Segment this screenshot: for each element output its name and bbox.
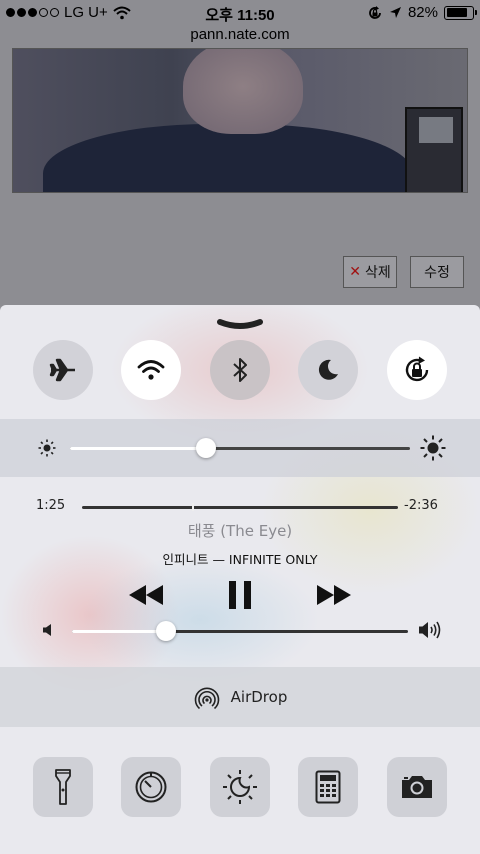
playback-progress[interactable] (82, 506, 398, 509)
flashlight-icon (55, 769, 71, 805)
flashlight-button[interactable] (33, 757, 93, 817)
post-photo (12, 48, 468, 193)
battery-icon (444, 5, 477, 20)
brightness-high-icon (420, 435, 446, 461)
timer-icon (135, 771, 167, 803)
fast-forward-button[interactable] (312, 578, 356, 612)
airplane-icon (49, 358, 75, 382)
bluetooth-icon (233, 358, 247, 382)
remaining-time: -2:36 (404, 498, 438, 513)
pause-button[interactable] (220, 578, 260, 612)
delete-button-label: 삭제 (364, 265, 391, 281)
status-bar: LG U+ 오후 11:50 82% (0, 0, 480, 26)
airdrop-button[interactable]: AirDrop (0, 667, 480, 727)
web-page: LG U+ 오후 11:50 82% pann.nate.com ✕ 삭제 수정 (0, 0, 480, 306)
airdrop-label: AirDrop (230, 688, 288, 706)
control-center: 1:25 -2:36 태풍 (The Eye) 인피니트 — INFINITE … (0, 305, 480, 854)
volume-slider-knob[interactable] (156, 621, 177, 641)
volume-low-icon (43, 624, 51, 636)
battery-percentage: 82% (407, 4, 438, 21)
rewind-icon (129, 585, 163, 605)
pause-icon (229, 581, 251, 609)
calculator-button[interactable] (298, 757, 358, 817)
wifi-toggle[interactable] (121, 340, 181, 400)
location-arrow-icon (389, 7, 401, 18)
artist-album: 인피니트 — INFINITE ONLY (162, 552, 318, 567)
brightness-slider-fill (70, 447, 206, 450)
rotation-lock-icon (405, 356, 429, 382)
wifi-icon (137, 360, 165, 380)
brightness-slider-knob[interactable] (196, 438, 216, 458)
volume-slider-fill (72, 630, 167, 633)
airplane-mode-toggle[interactable] (33, 340, 93, 400)
delete-button[interactable]: ✕ 삭제 (343, 256, 397, 288)
edit-button-label: 수정 (424, 265, 450, 281)
bluetooth-toggle[interactable] (210, 340, 270, 400)
edit-button[interactable]: 수정 (410, 256, 464, 288)
night-shift-icon (223, 770, 257, 804)
airdrop-icon (194, 687, 219, 710)
chevron-down-icon[interactable] (216, 318, 264, 332)
do-not-disturb-toggle[interactable] (298, 340, 358, 400)
elapsed-time: 1:25 (36, 498, 66, 513)
rewind-button[interactable] (124, 578, 168, 612)
brightness-low-icon (38, 439, 56, 457)
rotation-lock-toggle[interactable] (387, 340, 447, 400)
volume-high-icon (419, 621, 441, 639)
close-icon: ✕ (349, 264, 361, 280)
camera-button[interactable] (387, 757, 447, 817)
url-label[interactable]: pann.nate.com (0, 26, 480, 43)
moon-icon (318, 359, 338, 380)
fast-forward-icon (317, 585, 351, 605)
orientation-lock-status-icon (369, 5, 381, 19)
night-shift-button[interactable] (210, 757, 270, 817)
brightness-section (0, 419, 480, 477)
camera-icon (402, 776, 432, 798)
calculator-icon (315, 770, 341, 804)
song-title[interactable]: 태풍 (The Eye) (0, 520, 480, 541)
playback-position-marker[interactable] (191, 503, 194, 511)
timer-button[interactable] (121, 757, 181, 817)
